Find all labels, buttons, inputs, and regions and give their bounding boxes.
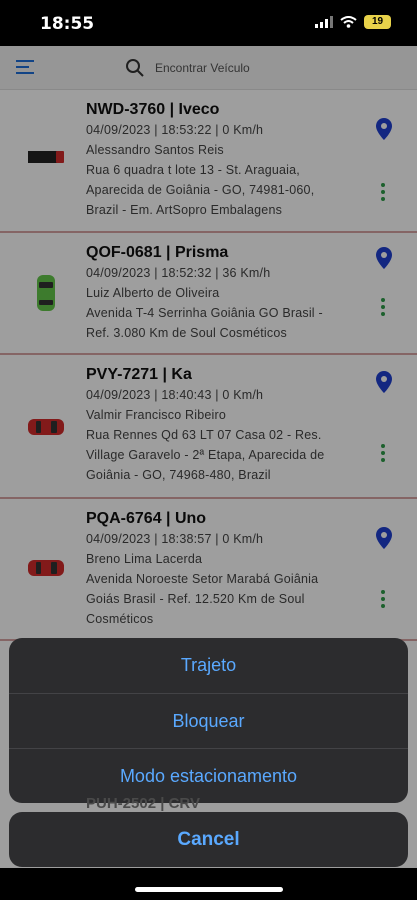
cancel-button[interactable]: Cancel — [9, 812, 408, 867]
battery-icon: 19 — [364, 15, 391, 29]
signal-icon — [315, 16, 333, 28]
wifi-icon — [340, 16, 357, 28]
vehicle-title: PUH-2502 | CRV — [86, 795, 200, 812]
action-modo-estacionamento[interactable]: Modo estacionamento — [9, 748, 408, 803]
action-trajeto[interactable]: Trajeto — [9, 638, 408, 693]
action-bloquear[interactable]: Bloquear — [9, 693, 408, 748]
action-sheet: Trajeto Bloquear Modo estacionamento — [9, 638, 408, 803]
status-time: 18:55 — [40, 14, 95, 34]
status-icons: 19 — [315, 15, 391, 29]
home-indicator[interactable] — [135, 887, 283, 892]
status-bar: 18:55 19 — [0, 0, 417, 46]
home-indicator-area — [0, 868, 417, 900]
